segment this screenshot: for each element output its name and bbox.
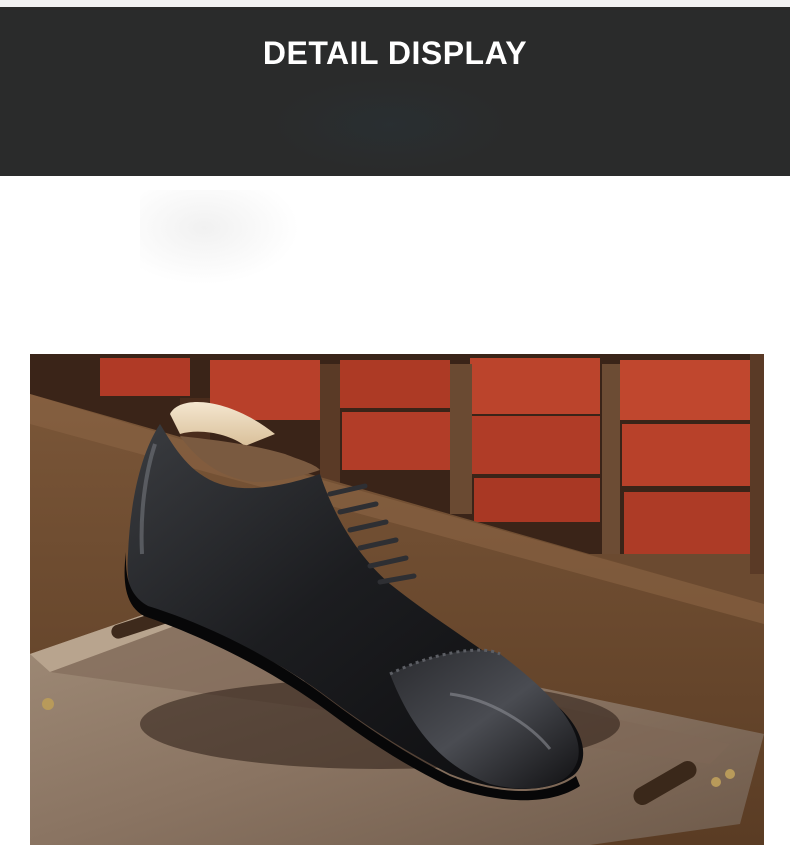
section-header-banner: DETAIL DISPLAY: [0, 7, 790, 176]
shoe-on-tray-illustration: [30, 354, 764, 845]
spacer-area: [0, 176, 790, 354]
top-divider-strip: [0, 0, 790, 7]
banner-background-shadow: [270, 77, 510, 172]
product-photo: [30, 354, 764, 845]
section-title: DETAIL DISPLAY: [262, 35, 528, 71]
faint-background-shape: [140, 190, 300, 285]
